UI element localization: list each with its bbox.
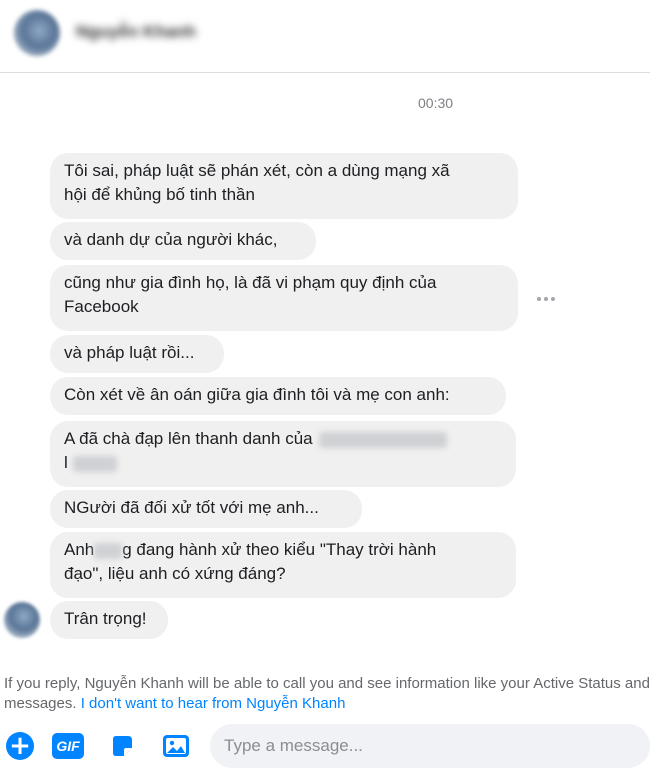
message-text: l (64, 453, 68, 472)
message-text: đạo", liệu anh có xứng đáng? (64, 564, 286, 583)
opt-out-link[interactable]: I don't want to hear from Nguyễn Khanh (81, 695, 346, 712)
message-text: Trân trọng! (64, 609, 147, 628)
message-input[interactable]: Type a message... (210, 724, 650, 768)
sender-avatar[interactable] (4, 602, 40, 638)
message-bubble: và danh dự của người khác, (50, 222, 316, 260)
reply-notice-text: If you reply, Nguyễn Khanh will be able … (4, 675, 650, 692)
message-composer: + GIF Type a message... (0, 720, 650, 771)
redacted-text (94, 542, 123, 559)
gif-label: GIF (56, 738, 80, 754)
reply-notice-text-2: messages. (4, 695, 77, 712)
more-options-icon[interactable] (536, 292, 556, 306)
contact-avatar[interactable] (14, 10, 60, 56)
message-text: Facebook (64, 297, 139, 316)
plus-icon[interactable]: + (6, 732, 34, 760)
message-text: cũng như gia đình họ, là đã vi phạm quy … (64, 273, 437, 292)
message-text: Anh (64, 540, 95, 559)
message-bubble: và pháp luật rồi... (50, 335, 224, 373)
message-bubble: NGười đã đối xử tốt với mẹ anh... (50, 490, 362, 528)
message-text: A đã chà đạp lên thanh danh của (64, 429, 313, 448)
conversation-header: Nguyễn Khanh (0, 0, 650, 73)
redacted-text (319, 431, 448, 448)
message-text: và pháp luật rồi... (64, 343, 195, 362)
message-text: NGười đã đối xử tốt với mẹ anh... (64, 498, 319, 517)
contact-name[interactable]: Nguyễn Khanh (76, 22, 196, 42)
message-bubble: Tôi sai, pháp luật sẽ phán xét, còn a dù… (50, 153, 518, 219)
message-text: g đang hành xử theo kiểu "Thay trời hành (122, 540, 437, 559)
message-bubble: Còn xét về ân oán giữa gia đình tôi và m… (50, 377, 506, 415)
sticker-icon[interactable] (108, 732, 136, 760)
message-text: hội để khủng bố tinh thần (64, 185, 255, 204)
message-bubble: cũng như gia đình họ, là đã vi phạm quy … (50, 265, 518, 331)
message-input-placeholder: Type a message... (224, 736, 363, 755)
message-text: Còn xét về ân oán giữa gia đình tôi và m… (64, 385, 450, 404)
gif-icon[interactable]: GIF (52, 733, 84, 759)
message-bubble: Trân trọng! (50, 601, 168, 639)
message-text: và danh dự của người khác, (64, 230, 278, 249)
message-bubble: Anh g đang hành xử theo kiểu "Thay trời h… (50, 532, 516, 598)
redacted-text (72, 455, 117, 472)
message-bubble: A đã chà đạp lên thanh danh của l (50, 421, 516, 487)
photo-icon[interactable] (162, 732, 190, 760)
plus-glyph: + (9, 731, 31, 761)
reply-notice: If you reply, Nguyễn Khanh will be able … (4, 674, 650, 714)
message-text: Tôi sai, pháp luật sẽ phán xét, còn a dù… (64, 161, 450, 180)
message-timestamp: 00:30 (418, 95, 454, 111)
